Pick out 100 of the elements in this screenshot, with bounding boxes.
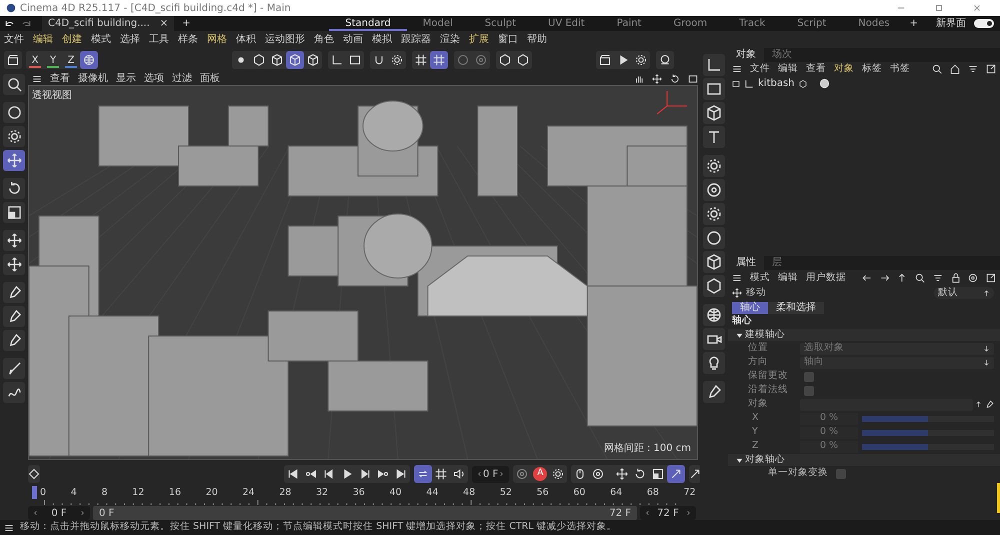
section-title: 轴心 — [730, 314, 752, 328]
preset-dropdown[interactable]: 默认 — [934, 287, 994, 299]
grid-spacing-label: 网格间距 : 100 cm — [604, 442, 691, 456]
menu-item[interactable]: 文件 — [4, 32, 24, 47]
range-bar[interactable]: 0 F 72 F — [93, 506, 637, 520]
view-menu-item[interactable]: 查看 — [50, 71, 70, 86]
frame-number: 24 — [242, 486, 255, 500]
frame-number: 72 — [684, 486, 696, 500]
layout-name: 新界面 — [936, 16, 966, 31]
dropdown-value: 轴向 — [804, 355, 824, 370]
view-label: 透视视图 — [32, 88, 72, 103]
group-title: 建模轴心 — [745, 328, 785, 342]
field-label: 对象 — [747, 397, 769, 412]
frame-number: 4 — [70, 486, 77, 500]
group-header[interactable]: 对象轴心 — [728, 454, 1000, 466]
sub-tab[interactable]: 轴心 — [732, 302, 768, 314]
add-layout-button[interactable]: + — [910, 16, 918, 31]
document-tab[interactable]: C4D_scifi building.... — [48, 16, 150, 31]
layout-tab[interactable]: Standard — [329, 16, 407, 31]
field-label: Z — [751, 439, 760, 454]
sub-tab[interactable]: 柔和选择 — [768, 302, 824, 314]
frame-number: 64 — [610, 486, 622, 500]
menu-item[interactable]: 编辑 — [778, 270, 798, 286]
frame-number: 68 — [646, 486, 659, 500]
layout-tab[interactable]: Script — [781, 16, 842, 31]
field-label: 方向 — [747, 355, 769, 370]
panel-tab[interactable]: 属性 — [728, 256, 764, 270]
frame-number: 0 — [40, 486, 46, 500]
menu-item[interactable]: 扩展 — [469, 32, 489, 47]
menu-item[interactable]: 对象 — [834, 62, 854, 76]
menu-item[interactable]: 查看 — [806, 62, 826, 76]
current-frame-field[interactable]: 0 F — [472, 466, 510, 482]
view-menu-item[interactable]: 过滤 — [172, 71, 192, 86]
view-menu-item[interactable]: 选项 — [144, 71, 164, 86]
frame-number: 12 — [132, 486, 144, 500]
range-end: 72 F — [609, 506, 631, 520]
field-label: 保留更改 — [747, 369, 789, 384]
layout-tab[interactable]: Paint — [600, 16, 658, 31]
menu-item[interactable]: 用户数据 — [806, 270, 846, 286]
frame-number: 56 — [536, 486, 549, 500]
group-title: 对象轴心 — [745, 452, 785, 467]
frame-field[interactable]: 72 F — [640, 506, 696, 520]
layout-tab[interactable]: Sculpt — [468, 16, 532, 31]
frame-number: 8 — [101, 486, 108, 500]
menu-item[interactable]: 跟踪器 — [401, 32, 431, 47]
menu-item[interactable]: 渲染 — [440, 32, 460, 47]
field-label: 位置 — [747, 341, 769, 356]
field-label: 单一对象变换 — [767, 466, 829, 480]
status-text: 移动：点击并拖动鼠标移动元素。按住 SHIFT 键量化移动；节点编辑模式时按住 SHIFT 键增加选择对象；按住 CTRL 键减少选择对象。 — [20, 520, 617, 534]
object-name[interactable]: kitbash — [758, 76, 795, 91]
menu-item[interactable]: 模式 — [750, 270, 770, 286]
new-tab-button[interactable]: + — [182, 16, 191, 31]
menu-item[interactable]: 工具 — [149, 32, 169, 47]
menu-item[interactable]: 帮助 — [527, 32, 547, 47]
frame-number: 28 — [279, 486, 292, 500]
layout-tab[interactable]: UV Edit — [532, 16, 601, 31]
view-menu-item[interactable]: 摄像机 — [78, 71, 108, 86]
menu-item[interactable]: 文件 — [750, 62, 770, 76]
menu-item[interactable]: 编辑 — [778, 62, 798, 76]
menu-item[interactable]: 运动图形 — [265, 32, 305, 47]
layout-tab[interactable]: Groom — [657, 16, 724, 31]
frame-number: 60 — [573, 486, 586, 500]
menu-item[interactable]: 体积 — [236, 32, 256, 47]
tool-name: 移动 — [746, 286, 766, 300]
field-label: Y — [751, 425, 759, 440]
range-start: 0 F — [99, 506, 114, 520]
frame-number: 36 — [352, 486, 365, 500]
frame-number: 52 — [500, 486, 512, 500]
menu-item[interactable]: 网格 — [207, 32, 227, 47]
menu-item[interactable]: 模拟 — [372, 32, 392, 47]
menu-item[interactable]: 编辑 — [33, 32, 53, 47]
field-label: 沿着法线 — [747, 383, 789, 398]
menu-item[interactable]: 样条 — [178, 32, 198, 47]
field-label: X — [751, 411, 760, 426]
menu-item[interactable]: 标签 — [862, 62, 882, 76]
view-menu-item[interactable]: 显示 — [116, 71, 136, 86]
frame-value: 0 F — [483, 468, 498, 482]
layout-tab[interactable]: Model — [406, 16, 469, 31]
panel-tab[interactable]: 对象 — [728, 48, 764, 62]
menu-item[interactable]: 角色 — [314, 32, 334, 47]
frame-value: 0 F — [51, 506, 67, 520]
window-title: Cinema 4D R25.117 - [C4D_scifi building.c4d *] - Main — [20, 2, 291, 16]
frame-field[interactable]: 0 F — [28, 506, 90, 520]
layout-tab[interactable]: Track — [723, 16, 782, 31]
menu-item[interactable]: 创建 — [62, 32, 82, 47]
dropdown-value: 选取对象 — [804, 341, 844, 356]
frame-number: 32 — [316, 486, 328, 500]
frame-number: 48 — [463, 486, 476, 500]
menu-item[interactable]: 动画 — [343, 32, 363, 47]
frame-number: 20 — [206, 486, 218, 500]
group-header[interactable]: 建模轴心 — [728, 329, 1000, 341]
menu-item[interactable]: 选择 — [120, 32, 140, 47]
menu-item[interactable]: 模式 — [91, 32, 111, 47]
frame-number: 40 — [390, 486, 402, 500]
layout-tab[interactable]: Nodes — [842, 16, 906, 31]
tab-close-button[interactable]: × — [160, 16, 168, 31]
menu-item[interactable]: 书签 — [890, 62, 910, 76]
frame-number: 16 — [168, 486, 182, 500]
view-menu-item[interactable]: 面板 — [200, 71, 220, 86]
menu-item[interactable]: 窗口 — [498, 32, 518, 47]
